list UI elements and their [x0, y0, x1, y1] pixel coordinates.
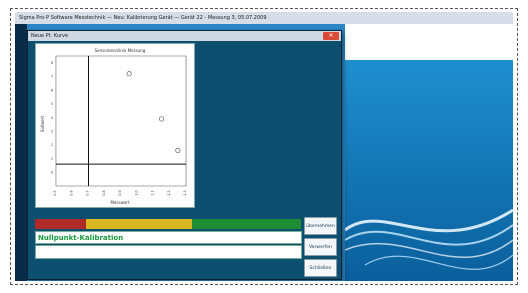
x-tick-label: 1.3: [183, 190, 187, 195]
desktop-right-panel: [344, 24, 513, 281]
x-tick-label: 0.9: [118, 190, 122, 195]
data-point: [159, 116, 165, 122]
x-tick-label: 0.5: [53, 190, 57, 195]
y-tick-label: 2: [51, 143, 53, 147]
y-tick-label: 6: [51, 88, 53, 92]
discard-button[interactable]: Verwerfen: [304, 238, 337, 256]
dialog-titlebar[interactable]: Neue Pt. Kurve ✕: [28, 31, 341, 41]
data-point: [126, 71, 132, 77]
outer-window-title: Sigma Pro-P Software Messtechnik — Neu: …: [19, 15, 267, 21]
dialog-title: Neue Pt. Kurve: [31, 33, 69, 39]
dialog-window: Neue Pt. Kurve ✕ Sensorkennlinie Messung…: [27, 30, 342, 280]
y-axis-label: Sollwert: [40, 115, 45, 132]
y-tick-label: 4: [51, 116, 53, 120]
y-tick-label: 0: [51, 171, 53, 175]
x-axis-label: Messwert: [110, 200, 129, 205]
y-tick-label: 3: [51, 129, 53, 133]
data-point: [175, 147, 181, 153]
wallpaper-waves: [344, 60, 513, 281]
info-field: [35, 245, 302, 259]
y-tick-label: 8: [51, 61, 53, 65]
quality-bar-segment: [85, 219, 192, 229]
quality-bar-segment: [191, 219, 301, 229]
chart-panel: Sensorkennlinie Messung 0.5 0.6 0.7 0.8 0.9 1…: [35, 43, 195, 208]
x-tick-label: 0.6: [69, 190, 73, 195]
desktop-background: [15, 24, 27, 281]
plot-area: [55, 55, 187, 187]
scatter-chart: Sensorkennlinie Messung 0.5 0.6 0.7 0.8 0.9 1…: [40, 48, 187, 205]
close-dialog-button[interactable]: Schließen: [304, 259, 337, 277]
screen: Sigma Pro-P Software Messtechnik — Neu: …: [15, 12, 513, 281]
status-field: Nullpunkt-Kalibration: [35, 231, 302, 244]
quality-bar-segment: [35, 219, 86, 229]
x-tick-label: 0.8: [102, 190, 106, 195]
y-tick-label: 7: [51, 75, 53, 79]
x-tick-label: 1.1: [151, 190, 155, 195]
x-tick-label: 1.0: [134, 190, 138, 195]
y-tick-label: 1: [51, 157, 53, 161]
x-tick-label: 1.2: [167, 190, 171, 195]
x-tick-label: 0.7: [86, 190, 90, 195]
accept-button[interactable]: übernehmen: [304, 217, 337, 235]
outer-window-titlebar[interactable]: Sigma Pro-P Software Messtechnik — Neu: …: [15, 12, 513, 24]
close-button[interactable]: ✕: [323, 32, 339, 40]
chart-title: Sensorkennlinie Messung: [95, 48, 146, 53]
quality-bar: [35, 219, 301, 229]
y-tick-label: 5: [51, 102, 53, 106]
close-icon: ✕: [328, 32, 334, 39]
